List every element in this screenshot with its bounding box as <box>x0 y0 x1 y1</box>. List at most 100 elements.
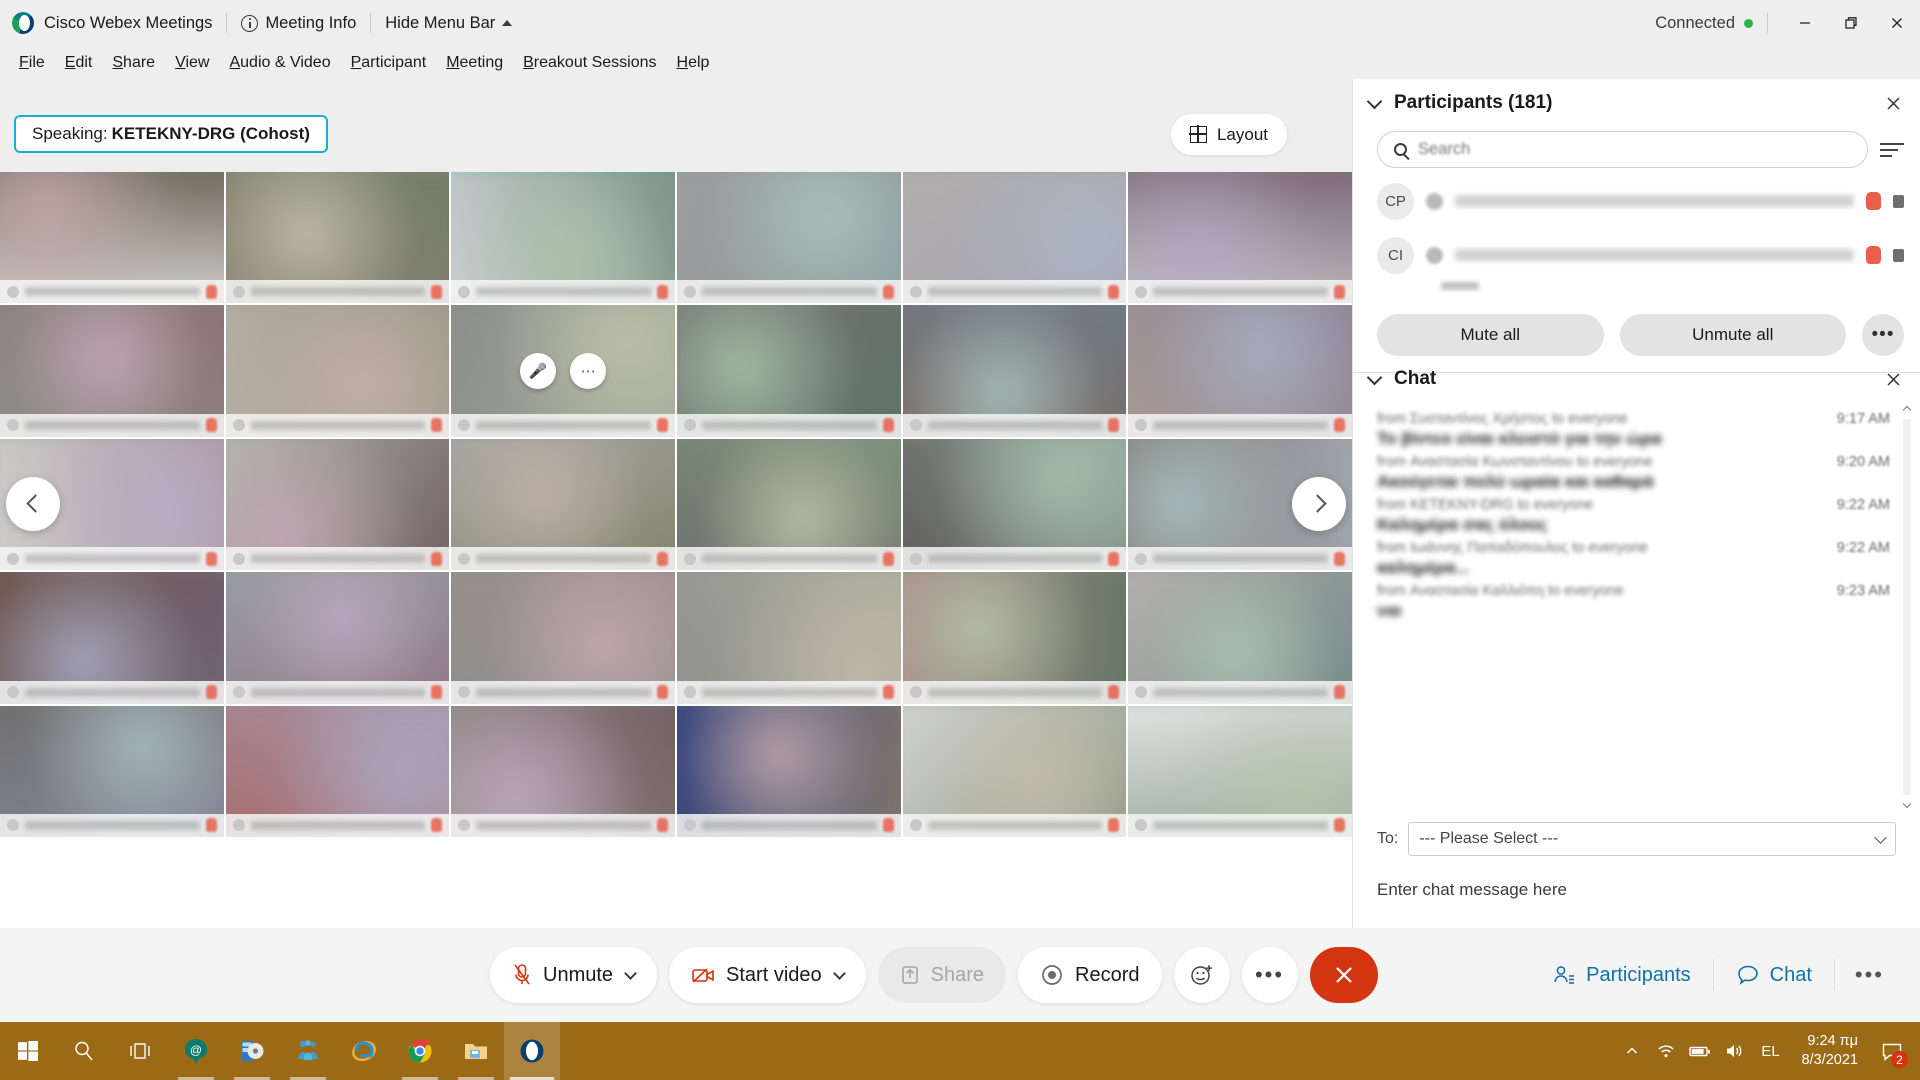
video-tile[interactable] <box>451 438 675 571</box>
video-tile[interactable] <box>677 705 901 837</box>
leave-meeting-button[interactable] <box>1309 947 1378 1003</box>
language-indicator[interactable]: EL <box>1751 1043 1789 1060</box>
taskbar-item-task-view[interactable] <box>112 1022 168 1080</box>
video-tile[interactable] <box>902 572 1127 704</box>
sort-participants-icon[interactable] <box>1880 140 1904 160</box>
video-tile[interactable] <box>677 305 901 437</box>
participants-panel-toggle[interactable]: Participants <box>1530 953 1713 997</box>
participant-name-label <box>1153 820 1328 830</box>
chevron-down-icon[interactable] <box>1366 93 1383 109</box>
microphone-muted-icon <box>431 418 443 433</box>
chat-message-log[interactable]: from Συσταντίνος Χρήστος to everyone 9:17… <box>1353 403 1920 811</box>
more-options-button[interactable]: ••• <box>1241 947 1298 1003</box>
menu-item-help[interactable]: Help <box>667 54 720 72</box>
tray-expand-icon[interactable] <box>1615 1022 1649 1080</box>
video-tile[interactable] <box>902 172 1127 304</box>
menu-item-view[interactable]: View <box>165 54 219 72</box>
video-tile[interactable] <box>451 705 675 837</box>
menu-item-breakout-sessions[interactable]: Breakout Sessions <box>513 54 666 72</box>
taskbar-item-chrome[interactable] <box>392 1022 448 1080</box>
battery-icon[interactable] <box>1683 1022 1717 1080</box>
close-participants-icon[interactable] <box>1880 90 1906 116</box>
search-box[interactable] <box>1377 131 1868 168</box>
video-tile[interactable] <box>0 572 224 704</box>
video-tile[interactable]: 🎤 ⋯ <box>451 305 675 437</box>
participant-row[interactable]: CP <box>1377 174 1904 228</box>
taskbar-item-file-explorer[interactable] <box>448 1022 504 1080</box>
mute-participant-button[interactable]: 🎤 <box>520 353 557 390</box>
video-tile[interactable] <box>902 438 1127 571</box>
video-tile[interactable] <box>0 305 224 437</box>
video-tile[interactable] <box>1128 172 1352 304</box>
video-tile[interactable] <box>451 572 675 704</box>
restore-button[interactable] <box>1828 0 1874 46</box>
participants-more-button[interactable]: ••• <box>1862 314 1904 356</box>
video-tile[interactable] <box>677 438 901 571</box>
reactions-button[interactable] <box>1173 947 1230 1003</box>
menu-item-file[interactable]: File <box>9 54 55 72</box>
video-tile[interactable] <box>677 172 901 304</box>
hide-menu-bar-button[interactable]: Hide Menu Bar <box>385 14 513 33</box>
start-video-button[interactable]: Start video <box>669 947 866 1003</box>
video-tile[interactable] <box>225 572 450 704</box>
notification-center-button[interactable]: 2 <box>1870 1022 1914 1080</box>
video-tile[interactable] <box>0 705 224 837</box>
microphone-muted-icon[interactable] <box>1866 192 1881 210</box>
microphone-muted-icon[interactable] <box>1866 246 1881 264</box>
video-tile[interactable] <box>225 705 450 837</box>
taskbar-item-teams[interactable] <box>280 1022 336 1080</box>
video-tile[interactable] <box>677 572 901 704</box>
close-chat-icon[interactable] <box>1880 366 1906 392</box>
scrollbar-track[interactable] <box>1903 419 1911 795</box>
menu-item-meeting[interactable]: Meeting <box>436 54 513 72</box>
menu-item-share[interactable]: Share <box>102 54 165 72</box>
video-tile[interactable] <box>225 438 450 571</box>
layout-button[interactable]: Layout <box>1170 114 1287 155</box>
menu-item-edit[interactable]: Edit <box>55 54 103 72</box>
participant-row[interactable]: CI <box>1377 228 1904 282</box>
toolbar-right-more-button[interactable]: ••• <box>1835 962 1904 988</box>
video-tile[interactable] <box>902 305 1127 437</box>
participants-list[interactable]: CP CI <box>1353 168 1920 300</box>
video-tile[interactable] <box>225 172 450 304</box>
taskbar-item-internet-explorer[interactable] <box>336 1022 392 1080</box>
video-options-chevron-icon[interactable] <box>832 966 846 980</box>
taskbar-item-media[interactable] <box>224 1022 280 1080</box>
wifi-icon[interactable] <box>1649 1022 1683 1080</box>
next-page-button[interactable] <box>1292 476 1346 531</box>
chat-recipient-select[interactable]: --- Please Select --- <box>1408 822 1896 856</box>
taskbar-item-start[interactable] <box>0 1022 56 1080</box>
taskbar-item-webex[interactable] <box>504 1022 560 1080</box>
meeting-info-button[interactable]: Meeting Info <box>241 14 356 33</box>
minimize-button[interactable] <box>1782 0 1828 46</box>
volume-icon[interactable] <box>1717 1022 1751 1080</box>
close-button[interactable] <box>1874 0 1920 46</box>
video-tile[interactable] <box>0 172 224 304</box>
unmute-all-button[interactable]: Unmute all <box>1619 314 1846 356</box>
menu-item-audio-video[interactable]: Audio & Video <box>219 54 340 72</box>
chevron-down-icon[interactable] <box>1366 369 1383 385</box>
unmute-button[interactable]: Unmute <box>490 947 658 1003</box>
search-input[interactable] <box>1418 140 1851 159</box>
tile-more-options-button[interactable]: ⋯ <box>570 353 607 390</box>
taskbar-item-mail[interactable]: @ <box>168 1022 224 1080</box>
video-tile[interactable] <box>1128 572 1352 704</box>
video-tile[interactable] <box>902 705 1127 837</box>
video-tile[interactable] <box>1128 705 1352 837</box>
mute-all-button[interactable]: Mute all <box>1377 314 1604 356</box>
audio-options-chevron-icon[interactable] <box>624 966 637 980</box>
video-tile-hover-actions[interactable]: 🎤 ⋯ <box>520 353 607 390</box>
chat-scrollbar[interactable] <box>1900 403 1914 811</box>
record-button[interactable]: Record <box>1018 947 1162 1003</box>
clock[interactable]: 9:24 πμ 8/3/2021 <box>1790 1032 1870 1070</box>
chat-message-input[interactable]: Enter chat message here <box>1377 868 1896 912</box>
prev-page-button[interactable] <box>6 476 60 531</box>
scroll-up-icon[interactable] <box>1900 403 1914 417</box>
taskbar-item-search[interactable] <box>56 1022 112 1080</box>
video-tile-active-speaker[interactable] <box>451 172 675 304</box>
menu-item-participant[interactable]: Participant <box>341 54 437 72</box>
video-tile[interactable] <box>225 305 450 437</box>
chat-panel-toggle[interactable]: Chat <box>1714 953 1834 997</box>
video-tile[interactable] <box>1128 305 1352 437</box>
scroll-down-icon[interactable] <box>1900 797 1914 811</box>
